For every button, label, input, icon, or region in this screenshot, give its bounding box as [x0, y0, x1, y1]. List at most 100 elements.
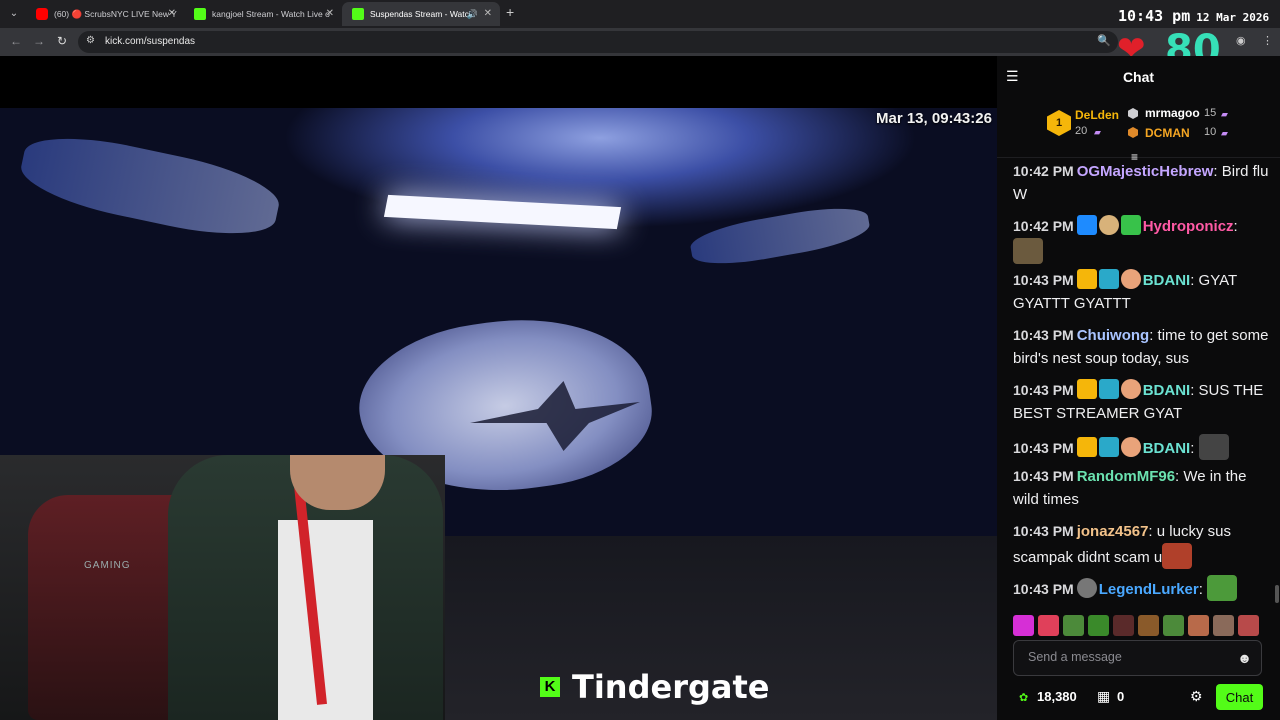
message-username[interactable]: jonaz4567 — [1077, 523, 1149, 540]
emote-icon[interactable] — [1113, 615, 1134, 636]
message-input[interactable] — [1028, 650, 1228, 664]
address-bar[interactable]: ⚙ kick.com/suspendas — [78, 31, 1118, 53]
chat-message: 10:43 PM RandomMF96: We in the wild times — [1013, 468, 1247, 508]
channel-points-icon[interactable]: ✿ — [1019, 691, 1028, 704]
channel-points[interactable]: 18,380 — [1037, 689, 1077, 704]
youtube-icon — [36, 8, 48, 20]
chat-scrollbar[interactable] — [1275, 585, 1279, 603]
message-username[interactable]: BDANI — [1143, 272, 1191, 289]
close-tab-icon[interactable]: ✕ — [168, 2, 176, 26]
tab-title: Suspendas Stream - Watch — [370, 9, 474, 19]
emote-icon[interactable] — [1038, 615, 1059, 636]
leader-2-count: 15 — [1204, 107, 1217, 119]
caption-text: Tindergate — [572, 668, 770, 706]
chat-messages: 10:42 PM OGMajesticHebrew: Bird flu W 10:… — [997, 160, 1280, 606]
message-username[interactable]: OGMajesticHebrew — [1077, 163, 1214, 180]
message-time: 10:43 PM — [1013, 382, 1074, 398]
message-time: 10:43 PM — [1013, 327, 1074, 343]
new-tab-button[interactable]: + — [506, 4, 514, 20]
message-username[interactable]: BDANI — [1143, 440, 1191, 457]
chat-message: 10:42 PM Hydroponicz: — [1013, 215, 1271, 264]
tab-search-chevron-icon[interactable]: ⌄ — [6, 6, 22, 22]
chat-message: 10:43 PM Chuiwong: time to get some bird'… — [1013, 327, 1269, 367]
chat-message: 10:43 PM BDANI: — [1013, 434, 1271, 460]
send-chat-button[interactable]: Chat — [1216, 684, 1263, 710]
kebab-menu-icon[interactable]: ⋮ — [1262, 34, 1273, 47]
tab-suspendas[interactable]: Suspendas Stream - Watch 🔊 ✕ — [342, 2, 500, 26]
sub-gifter-badge-icon — [1098, 269, 1119, 289]
emote-icon[interactable] — [1063, 615, 1084, 636]
leader-1-name[interactable]: DeLden — [1075, 108, 1119, 122]
clock-date: 12 Mar 2026 — [1196, 11, 1270, 24]
chat-message: 10:43 PM LegendLurker: — [1013, 575, 1271, 601]
emoji-picker-icon[interactable]: ☻ — [1237, 650, 1252, 666]
subscriber-badge-icon — [1120, 215, 1141, 235]
forward-arrow-icon[interactable]: → — [33, 34, 45, 48]
emote-icon[interactable] — [1188, 615, 1209, 636]
chat-header: ☰ Chat — [997, 56, 1280, 94]
emote-icon[interactable] — [1138, 615, 1159, 636]
reload-icon[interactable]: ↻ — [57, 34, 67, 48]
emote-icon — [1013, 238, 1043, 264]
rank-2-badge — [1128, 108, 1138, 119]
kick-logo-icon: K — [540, 677, 560, 697]
leader-2-name[interactable]: mrmagoo — [1145, 106, 1200, 120]
vip-badge-icon — [1098, 215, 1119, 235]
tab-scrubsnyc[interactable]: (60) 🔴 ScrubsNYC LIVE New Y ✕ — [26, 2, 184, 26]
message-username[interactable]: BDANI — [1143, 382, 1191, 399]
leader-1-count: 20 — [1075, 125, 1088, 137]
crown-badge-icon — [1076, 437, 1097, 457]
chat-message: 10:42 PM OGMajesticHebrew: Bird flu W — [1013, 163, 1269, 203]
close-tab-icon[interactable]: ✕ — [326, 2, 334, 26]
chat-message: 10:43 PM BDANI: SUS THE BEST STREAMER GYA… — [1013, 379, 1271, 425]
close-tab-icon[interactable]: ✕ — [484, 2, 492, 26]
leader-3-name[interactable]: DCMAN — [1145, 126, 1190, 140]
store-count: 0 — [1117, 689, 1125, 704]
pepe-emote-icon — [1207, 575, 1238, 601]
emote-icon[interactable] — [1213, 615, 1234, 636]
zoom-icon[interactable]: 🔍 — [1097, 34, 1111, 47]
tab-title: (60) 🔴 ScrubsNYC LIVE New Y — [54, 9, 177, 19]
gift-leaderboard: 1 DeLden 20 ▰ mrmagoo 15 ▰ DCMAN 10 ▰ — [997, 100, 1280, 158]
chat-input-box[interactable]: ☻ — [1013, 640, 1262, 676]
message-username[interactable]: LegendLurker — [1099, 581, 1199, 598]
message-username[interactable]: Chuiwong — [1077, 327, 1149, 344]
chair-logo: GAMING — [84, 560, 131, 571]
sub-gifter-badge-icon — [1098, 437, 1119, 457]
clock-time: 10:43 pm — [1118, 7, 1191, 25]
message-time: 10:43 PM — [1013, 523, 1074, 539]
emote-icon — [1162, 543, 1193, 569]
message-time: 10:43 PM — [1013, 272, 1074, 288]
stream-caption: K Tindergate — [540, 667, 769, 707]
browser-tab-bar: ⌄ (60) 🔴 ScrubsNYC LIVE New Y ✕ kangjoel… — [0, 0, 1280, 28]
message-time: 10:43 PM — [1013, 468, 1074, 484]
url-text[interactable]: kick.com/suspendas — [105, 36, 195, 47]
rank-3-badge — [1128, 127, 1138, 138]
kick-icon — [194, 8, 206, 20]
speaker-icon[interactable]: 🔊 — [467, 2, 478, 26]
gem-icon: ▰ — [1221, 128, 1228, 138]
emote-quick-bar — [1013, 615, 1263, 637]
back-arrow-icon[interactable]: ← — [10, 34, 22, 48]
user-badge-icon — [1076, 578, 1097, 598]
chat-panel: ☰ Chat 1 DeLden 20 ▰ mrmagoo 15 ▰ DCMAN … — [997, 56, 1280, 720]
emote-icon[interactable] — [1013, 615, 1034, 636]
gem-icon: ▰ — [1094, 127, 1101, 137]
og-badge-icon — [1120, 437, 1141, 457]
browser-nav-bar: ← → ↻ ⚙ kick.com/suspendas 🔍 ◉ ⋮ — [0, 28, 1280, 56]
emote-icon[interactable] — [1163, 615, 1184, 636]
message-username[interactable]: RandomMF96 — [1077, 468, 1175, 485]
profile-avatar[interactable]: ◉ — [1236, 34, 1246, 47]
tab-kangjoel[interactable]: kangjoel Stream - Watch Live o ✕ — [184, 2, 342, 26]
store-icon[interactable]: ▦ — [1097, 688, 1110, 705]
message-username[interactable]: Hydroponicz — [1143, 218, 1234, 235]
chat-message: 10:43 PM jonaz4567: u lucky sus scampak d… — [1013, 520, 1271, 569]
crown-badge-icon — [1076, 269, 1097, 289]
sub-gifter-badge-icon — [1098, 379, 1119, 399]
settings-gear-icon[interactable]: ⚙ — [1190, 688, 1203, 705]
site-info-icon[interactable]: ⚙ — [86, 35, 95, 46]
emote-icon — [1198, 434, 1229, 460]
emote-icon[interactable] — [1238, 615, 1259, 636]
rank-1-badge: 1 — [1047, 110, 1071, 136]
emote-icon[interactable] — [1088, 615, 1109, 636]
